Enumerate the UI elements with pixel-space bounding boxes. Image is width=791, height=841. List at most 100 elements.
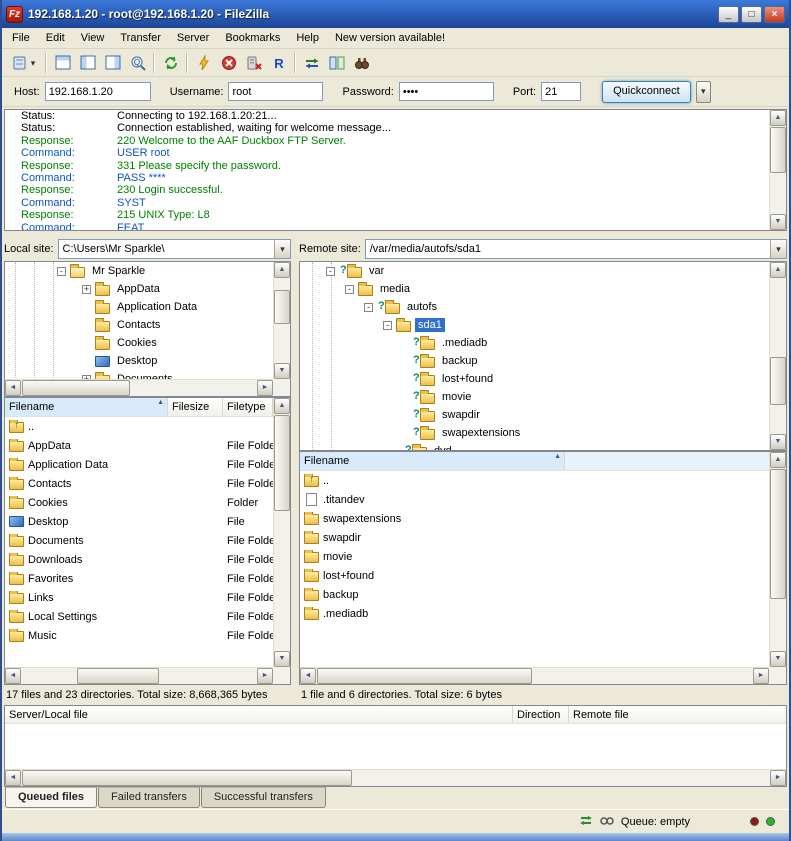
tree-item[interactable]: backup bbox=[300, 352, 769, 370]
scroll-down-button[interactable] bbox=[770, 434, 786, 450]
tree-item[interactable]: dvd bbox=[300, 442, 769, 451]
tree-item[interactable]: -var bbox=[300, 262, 769, 280]
file-row[interactable]: DownloadsFile Folder bbox=[5, 550, 273, 569]
tab-queued-files[interactable]: Queued files bbox=[5, 787, 97, 808]
tab-failed-transfers[interactable]: Failed transfers bbox=[98, 787, 200, 808]
menu-transfer[interactable]: Transfer bbox=[112, 29, 169, 47]
queue-horizontal-scrollbar[interactable] bbox=[5, 769, 786, 786]
file-row[interactable]: lost+found bbox=[300, 566, 769, 585]
file-row[interactable]: CookiesFolder bbox=[5, 493, 273, 512]
scroll-up-button[interactable] bbox=[770, 452, 786, 468]
title-bar[interactable]: Fz 192.168.1.20 - root@192.168.1.20 - Fi… bbox=[2, 0, 789, 28]
password-input[interactable] bbox=[399, 82, 494, 101]
local-site-combo[interactable]: C:\Users\Mr Sparkle\ bbox=[58, 239, 291, 259]
tree-item[interactable]: lost+found bbox=[300, 370, 769, 388]
remote-site-combo[interactable]: /var/media/autofs/sda1 bbox=[365, 239, 787, 259]
collapse-icon[interactable]: - bbox=[326, 267, 335, 276]
local-tree-vertical-scrollbar[interactable] bbox=[273, 262, 290, 379]
toggle-remote-tree-button[interactable] bbox=[100, 51, 125, 74]
tree-item[interactable]: -autofs bbox=[300, 298, 769, 316]
column-header-direction[interactable]: Direction bbox=[513, 706, 569, 723]
process-queue-button[interactable] bbox=[191, 51, 216, 74]
glasses-icon[interactable] bbox=[600, 813, 614, 830]
file-row[interactable]: Application DataFile Folder bbox=[5, 455, 273, 474]
file-row[interactable]: LinksFile Folder bbox=[5, 588, 273, 607]
local-site-path[interactable]: C:\Users\Mr Sparkle\ bbox=[59, 243, 274, 255]
scroll-down-button[interactable] bbox=[274, 651, 290, 667]
tree-item[interactable]: movie bbox=[300, 388, 769, 406]
log-vertical-scrollbar[interactable] bbox=[769, 110, 786, 230]
scroll-up-button[interactable] bbox=[274, 398, 290, 414]
menu-view[interactable]: View bbox=[73, 29, 113, 47]
remote-list-vertical-scrollbar[interactable] bbox=[769, 452, 786, 667]
menu-bookmarks[interactable]: Bookmarks bbox=[217, 29, 288, 47]
scroll-right-button[interactable] bbox=[753, 668, 769, 684]
file-row[interactable]: backup bbox=[300, 585, 769, 604]
collapse-icon[interactable]: - bbox=[383, 321, 392, 330]
disconnect-button[interactable] bbox=[241, 51, 266, 74]
menu-help[interactable]: Help bbox=[288, 29, 327, 47]
tree-item[interactable]: Application Data bbox=[5, 298, 273, 316]
combo-arrow-icon[interactable] bbox=[274, 240, 290, 258]
remote-tree-vertical-scrollbar[interactable] bbox=[769, 262, 786, 450]
scroll-down-button[interactable] bbox=[770, 214, 786, 230]
refresh-button[interactable] bbox=[158, 51, 183, 74]
minimize-button[interactable]: _ bbox=[718, 6, 739, 23]
scroll-left-button[interactable] bbox=[5, 770, 21, 786]
menu-edit[interactable]: Edit bbox=[38, 29, 73, 47]
scroll-down-button[interactable] bbox=[274, 363, 290, 379]
file-row[interactable]: .. bbox=[5, 417, 273, 436]
remote-site-path[interactable]: /var/media/autofs/sda1 bbox=[366, 243, 770, 255]
combo-arrow-icon[interactable] bbox=[770, 240, 786, 258]
maximize-button[interactable]: □ bbox=[741, 6, 762, 23]
file-row[interactable]: movie bbox=[300, 547, 769, 566]
scroll-thumb[interactable] bbox=[77, 668, 159, 684]
local-tree-horizontal-scrollbar[interactable] bbox=[5, 379, 273, 396]
tree-item[interactable]: swapdir bbox=[300, 406, 769, 424]
synchronized-browsing-button[interactable] bbox=[299, 51, 324, 74]
file-row[interactable]: swapextensions bbox=[300, 509, 769, 528]
tree-item[interactable]: +AppData bbox=[5, 280, 273, 298]
sync-arrows-icon[interactable] bbox=[579, 813, 593, 830]
close-button[interactable]: × bbox=[764, 6, 785, 23]
file-row[interactable]: FavoritesFile Folder bbox=[5, 569, 273, 588]
scroll-thumb[interactable] bbox=[770, 469, 786, 599]
tree-item[interactable]: Contacts bbox=[5, 316, 273, 334]
directory-comparison-button[interactable] bbox=[324, 51, 349, 74]
scroll-right-button[interactable] bbox=[257, 380, 273, 396]
host-input[interactable] bbox=[45, 82, 151, 101]
tree-item[interactable]: -Mr Sparkle bbox=[5, 262, 273, 280]
file-row[interactable]: MusicFile Folder bbox=[5, 626, 273, 645]
cancel-operation-button[interactable] bbox=[216, 51, 241, 74]
tab-successful-transfers[interactable]: Successful transfers bbox=[201, 787, 326, 808]
site-manager-button[interactable] bbox=[6, 51, 42, 74]
scroll-right-button[interactable] bbox=[770, 770, 786, 786]
scroll-down-button[interactable] bbox=[770, 651, 786, 667]
file-row[interactable]: DesktopFile bbox=[5, 512, 273, 531]
scroll-up-button[interactable] bbox=[770, 262, 786, 278]
file-row[interactable]: .titandev bbox=[300, 490, 769, 509]
remote-list-horizontal-scrollbar[interactable] bbox=[300, 667, 769, 684]
quickconnect-button[interactable]: Quickconnect bbox=[602, 81, 691, 103]
file-row[interactable]: DocumentsFile Folder bbox=[5, 531, 273, 550]
file-row[interactable]: Local SettingsFile Folder bbox=[5, 607, 273, 626]
tree-item[interactable]: -media bbox=[300, 280, 769, 298]
scroll-left-button[interactable] bbox=[300, 668, 316, 684]
find-files-button[interactable] bbox=[349, 51, 374, 74]
file-row[interactable]: .. bbox=[300, 471, 769, 490]
file-row[interactable]: .mediadb bbox=[300, 604, 769, 623]
column-header-filetype[interactable]: Filetype bbox=[223, 398, 273, 416]
tree-item[interactable]: .mediadb bbox=[300, 334, 769, 352]
local-list-vertical-scrollbar[interactable] bbox=[273, 398, 290, 667]
toggle-local-tree-button[interactable] bbox=[75, 51, 100, 74]
file-row[interactable]: ContactsFile Folder bbox=[5, 474, 273, 493]
toggle-transfer-queue-button[interactable]: Q bbox=[125, 51, 150, 74]
tree-item[interactable]: Desktop bbox=[5, 352, 273, 370]
local-list-horizontal-scrollbar[interactable] bbox=[5, 667, 273, 684]
expand-icon[interactable]: + bbox=[82, 285, 91, 294]
collapse-icon[interactable]: - bbox=[364, 303, 373, 312]
file-row[interactable]: swapdir bbox=[300, 528, 769, 547]
column-header-filename[interactable]: Filename bbox=[300, 452, 565, 470]
column-header-server-local-file[interactable]: Server/Local file bbox=[5, 706, 513, 723]
username-input[interactable] bbox=[228, 82, 323, 101]
